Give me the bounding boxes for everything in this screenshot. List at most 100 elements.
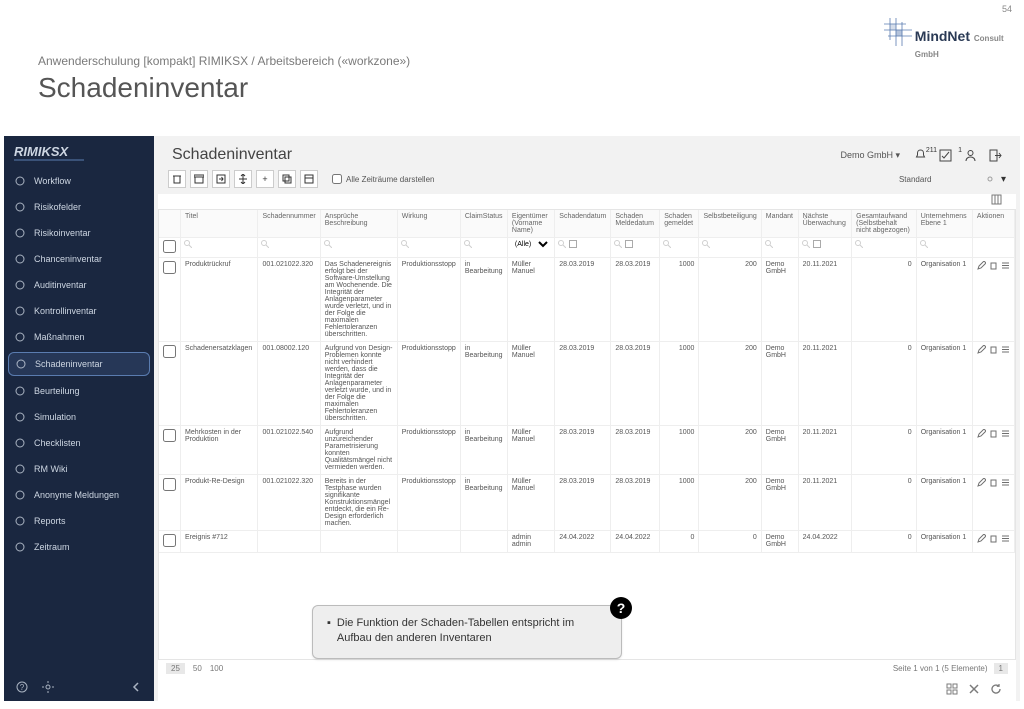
column-header[interactable]: Selbstbeteiligung <box>699 210 761 238</box>
collapse-sidebar-icon[interactable] <box>130 681 142 693</box>
delete-icon[interactable] <box>989 345 998 354</box>
view-settings-icon[interactable] <box>985 174 995 184</box>
row-checkbox[interactable] <box>163 261 176 274</box>
settings-icon[interactable] <box>42 681 54 693</box>
filter-cell[interactable] <box>181 238 258 258</box>
filter-cell[interactable] <box>972 238 1014 258</box>
filter-cell[interactable] <box>916 238 972 258</box>
sidebar-item-rmwiki[interactable]: RM Wiki <box>4 456 154 482</box>
sidebar-item-risikoinventar[interactable]: Risikoinventar <box>4 220 154 246</box>
table-row[interactable]: Schadenersatzklagen001.08002.120Aufgrund… <box>159 342 1015 426</box>
export-button[interactable] <box>212 170 230 188</box>
column-header[interactable]: Schaden Meldedatum <box>611 210 660 238</box>
show-all-periods-checkbox[interactable]: Alle Zeiträume darstellen <box>332 174 434 184</box>
copy-button[interactable] <box>278 170 296 188</box>
sidebar-item-beurteilung[interactable]: Beurteilung <box>4 378 154 404</box>
column-header[interactable] <box>159 210 181 238</box>
owner-filter[interactable]: (Alle) <box>511 240 551 249</box>
row-checkbox[interactable] <box>163 534 176 547</box>
sidebar-item-risikofelder[interactable]: Risikofelder <box>4 194 154 220</box>
row-checkbox[interactable] <box>163 345 176 358</box>
sidebar-item-simulation[interactable]: Simulation <box>4 404 154 430</box>
page-size-option[interactable]: 50 <box>193 664 202 673</box>
pager-page[interactable]: 1 <box>994 663 1008 674</box>
filter-cell[interactable] <box>798 238 851 258</box>
filter-cell[interactable] <box>555 238 611 258</box>
edit-icon[interactable] <box>977 345 986 354</box>
filter-cell[interactable] <box>159 238 181 258</box>
column-header[interactable]: Schadendatum <box>555 210 611 238</box>
filter-cell[interactable] <box>660 238 699 258</box>
filter-cell[interactable] <box>258 238 320 258</box>
delete-icon[interactable] <box>989 478 998 487</box>
table-row[interactable]: Ereignis #712admin admin24.04.202224.04.… <box>159 531 1015 553</box>
edit-icon[interactable] <box>977 261 986 270</box>
column-header[interactable]: Schadennummer <box>258 210 320 238</box>
refresh-icon[interactable] <box>990 683 1002 695</box>
view-selector[interactable]: Standard <box>889 173 979 186</box>
filter-cell[interactable]: (Alle) <box>507 238 554 258</box>
delete-icon[interactable] <box>989 261 998 270</box>
move-button[interactable] <box>234 170 252 188</box>
calendar-icon[interactable] <box>813 240 821 248</box>
page-size-option[interactable]: 25 <box>166 663 185 674</box>
menu-icon[interactable] <box>1001 429 1010 438</box>
filter-cell[interactable] <box>699 238 761 258</box>
calendar-icon[interactable] <box>625 240 633 248</box>
column-header[interactable]: Titel <box>181 210 258 238</box>
edit-icon[interactable] <box>977 429 986 438</box>
column-header[interactable]: Mandant <box>761 210 798 238</box>
column-header[interactable]: Schaden gemeldet <box>660 210 699 238</box>
column-header[interactable]: ClaimStatus <box>460 210 507 238</box>
sidebar-item-kontrollinventar[interactable]: Kontrollinventar <box>4 298 154 324</box>
sidebar-item-manahmen[interactable]: Maßnahmen <box>4 324 154 350</box>
filter-cell[interactable] <box>611 238 660 258</box>
row-checkbox[interactable] <box>163 429 176 442</box>
edit-icon[interactable] <box>977 534 986 543</box>
menu-icon[interactable] <box>1001 478 1010 487</box>
table-row[interactable]: Produktrückruf001.021022.320Das Schadene… <box>159 258 1015 342</box>
clone-button[interactable] <box>300 170 318 188</box>
sidebar-item-checklisten[interactable]: Checklisten <box>4 430 154 456</box>
filter-cell[interactable] <box>397 238 460 258</box>
sidebar-item-reports[interactable]: Reports <box>4 508 154 534</box>
column-header[interactable]: Ansprüche Beschreibung <box>320 210 397 238</box>
menu-icon[interactable] <box>1001 345 1010 354</box>
column-header[interactable]: Aktionen <box>972 210 1014 238</box>
sidebar-item-auditinventar[interactable]: Auditinventar <box>4 272 154 298</box>
logout-icon[interactable] <box>989 149 1002 162</box>
delete-button[interactable] <box>168 170 186 188</box>
grid-view-icon[interactable] <box>946 683 958 695</box>
column-header[interactable]: Eigentümer (Vorname Name) <box>507 210 554 238</box>
tasks-icon[interactable]: 1 <box>939 149 952 162</box>
table-row[interactable]: Produkt-Re-Design001.021022.320Bereits i… <box>159 475 1015 531</box>
filter-cell[interactable] <box>761 238 798 258</box>
sidebar-item-anonymemeldungen[interactable]: Anonyme Meldungen <box>4 482 154 508</box>
delete-icon[interactable] <box>989 534 998 543</box>
menu-icon[interactable] <box>1001 534 1010 543</box>
menu-icon[interactable] <box>1001 261 1010 270</box>
sidebar-item-workflow[interactable]: Workflow <box>4 168 154 194</box>
row-checkbox[interactable] <box>163 478 176 491</box>
column-header[interactable]: Unternehmens Ebene 1 <box>916 210 972 238</box>
tenant-selector[interactable]: Demo GmbH ▾ <box>840 150 900 161</box>
add-button[interactable]: + <box>256 170 274 188</box>
sidebar-item-chanceninventar[interactable]: Chanceninventar <box>4 246 154 272</box>
bell-icon[interactable]: 211 <box>914 149 927 162</box>
filter-cell[interactable] <box>460 238 507 258</box>
sidebar-item-zeitraum[interactable]: Zeitraum <box>4 534 154 560</box>
column-chooser-icon[interactable] <box>991 194 1002 205</box>
view-dropdown-icon[interactable]: ▾ <box>1001 174 1006 185</box>
column-header[interactable]: Gesamtaufwand (Selbstbehalt nicht abgezo… <box>852 210 917 238</box>
filter-cell[interactable] <box>320 238 397 258</box>
calendar-icon[interactable] <box>569 240 577 248</box>
delete-icon[interactable] <box>989 429 998 438</box>
help-icon[interactable]: ? <box>16 681 28 693</box>
column-header[interactable]: Nächste Überwachung <box>798 210 851 238</box>
filter-cell[interactable] <box>852 238 917 258</box>
user-icon[interactable] <box>964 149 977 162</box>
column-header[interactable]: Wirkung <box>397 210 460 238</box>
table-row[interactable]: Mehrkosten in der Produktion001.021022.5… <box>159 426 1015 475</box>
sidebar-item-schadeninventar[interactable]: Schadeninventar <box>8 352 150 376</box>
page-size-option[interactable]: 100 <box>210 664 223 673</box>
